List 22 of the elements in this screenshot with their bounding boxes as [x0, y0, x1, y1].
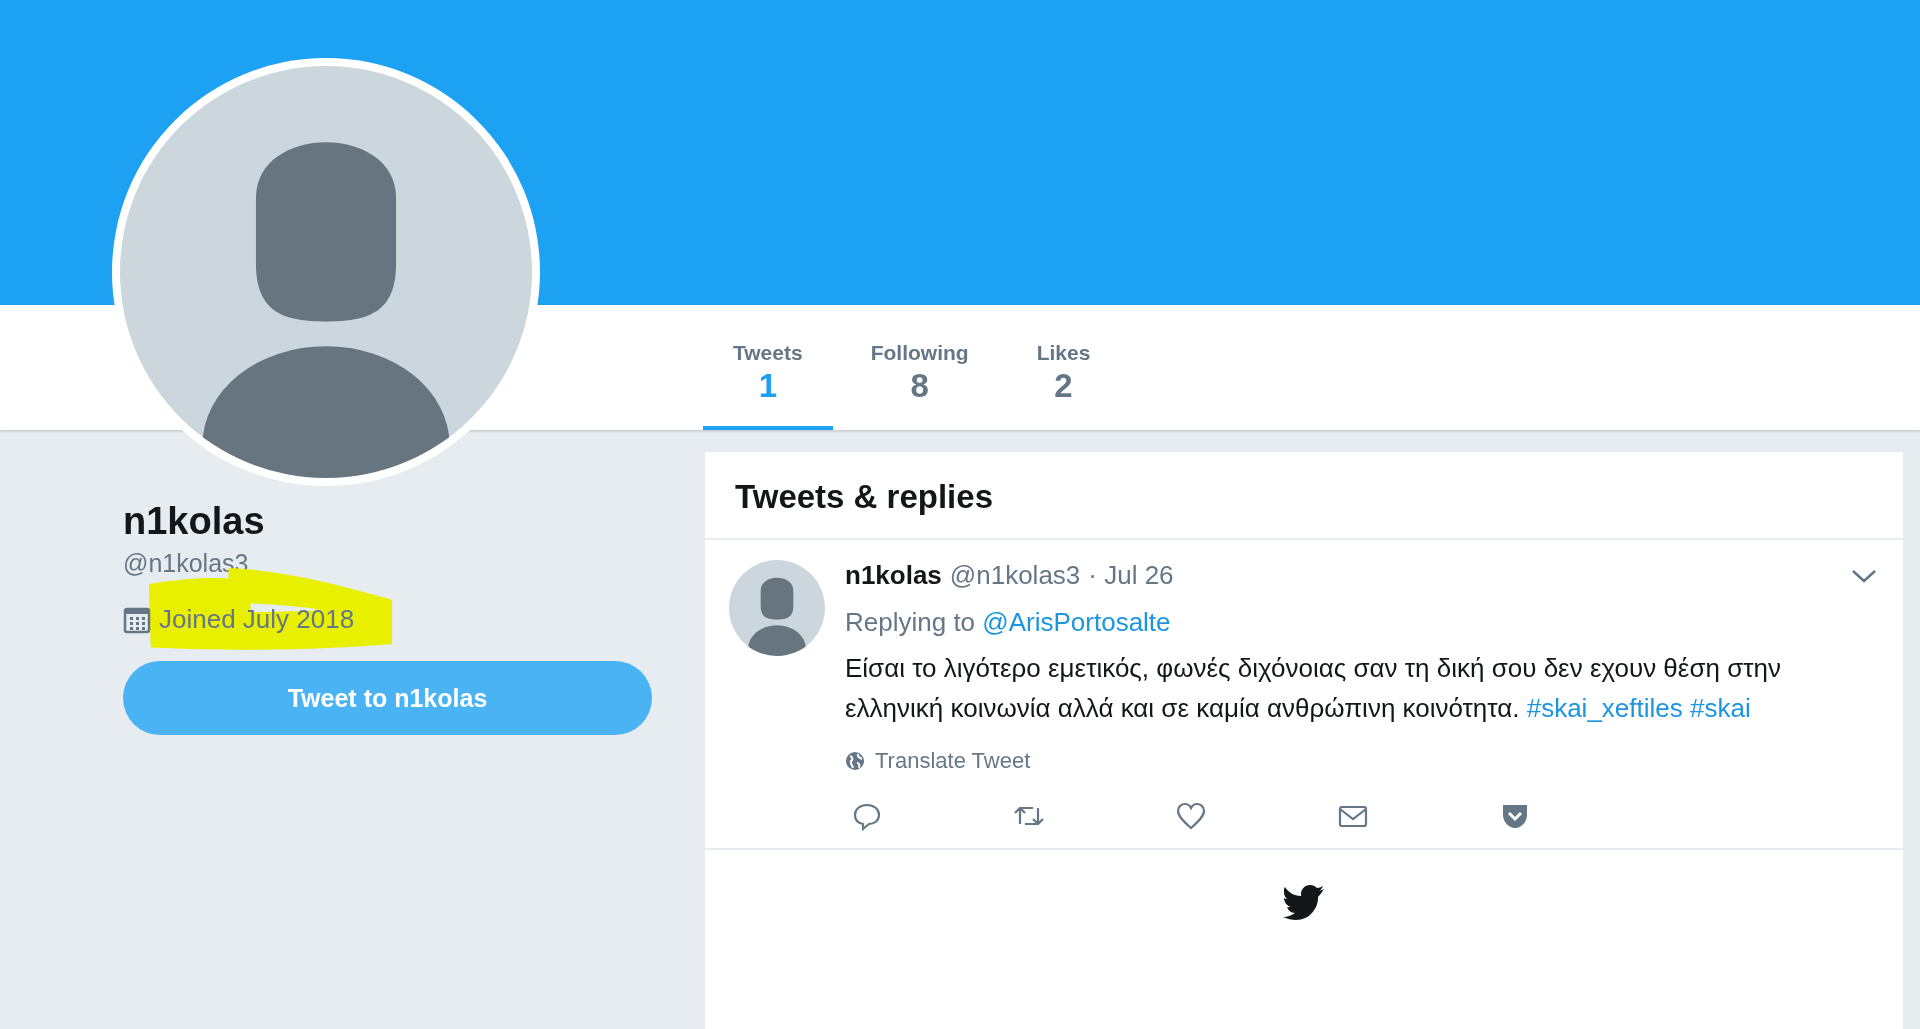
calendar-icon	[123, 605, 151, 634]
bird-icon	[1283, 884, 1325, 920]
profile-tab[interactable]: Likes 2	[1006, 305, 1121, 430]
profile-tab[interactable]: Following 8	[840, 305, 999, 430]
tweet-author[interactable]: n1kolas	[845, 560, 942, 591]
timeline-title: Tweets & replies	[705, 452, 1903, 540]
hashtag-link[interactable]: #skai_xeftiles	[1526, 693, 1683, 723]
profile-name: n1kolas	[123, 500, 266, 543]
translate-link[interactable]: Translate Tweet	[875, 748, 1031, 774]
chevron-down-icon[interactable]	[1851, 567, 1877, 584]
tweet-text: Είσαι το λιγότερο εμετικός, φωνές διχόνοιας σαν τη δική σου δεν εχουν θέση στην ελληνική κοινωνία αλλά και σε καμία ανθρώπινη κοινότητα. #skai_xeftiles #skai	[845, 652, 1782, 725]
heart-icon[interactable]	[1175, 800, 1207, 832]
mention-link[interactable]: @ArisPortosalte	[982, 607, 1171, 637]
profile-handle: @n1kolas3	[123, 549, 250, 578]
hashtag-link[interactable]: #skai	[1690, 693, 1751, 723]
profile-tab[interactable]: Tweets 1	[703, 305, 833, 430]
joined-date: Joined July 2018	[159, 604, 355, 635]
tweet-date[interactable]: · Jul 26	[1088, 560, 1174, 591]
tweet-to-button[interactable]: Tweet to n1kolas	[123, 661, 652, 735]
tweet-handle: @n1kolas3	[949, 560, 1081, 591]
replying-label: Replying to	[845, 607, 976, 637]
globe-icon	[845, 751, 865, 771]
